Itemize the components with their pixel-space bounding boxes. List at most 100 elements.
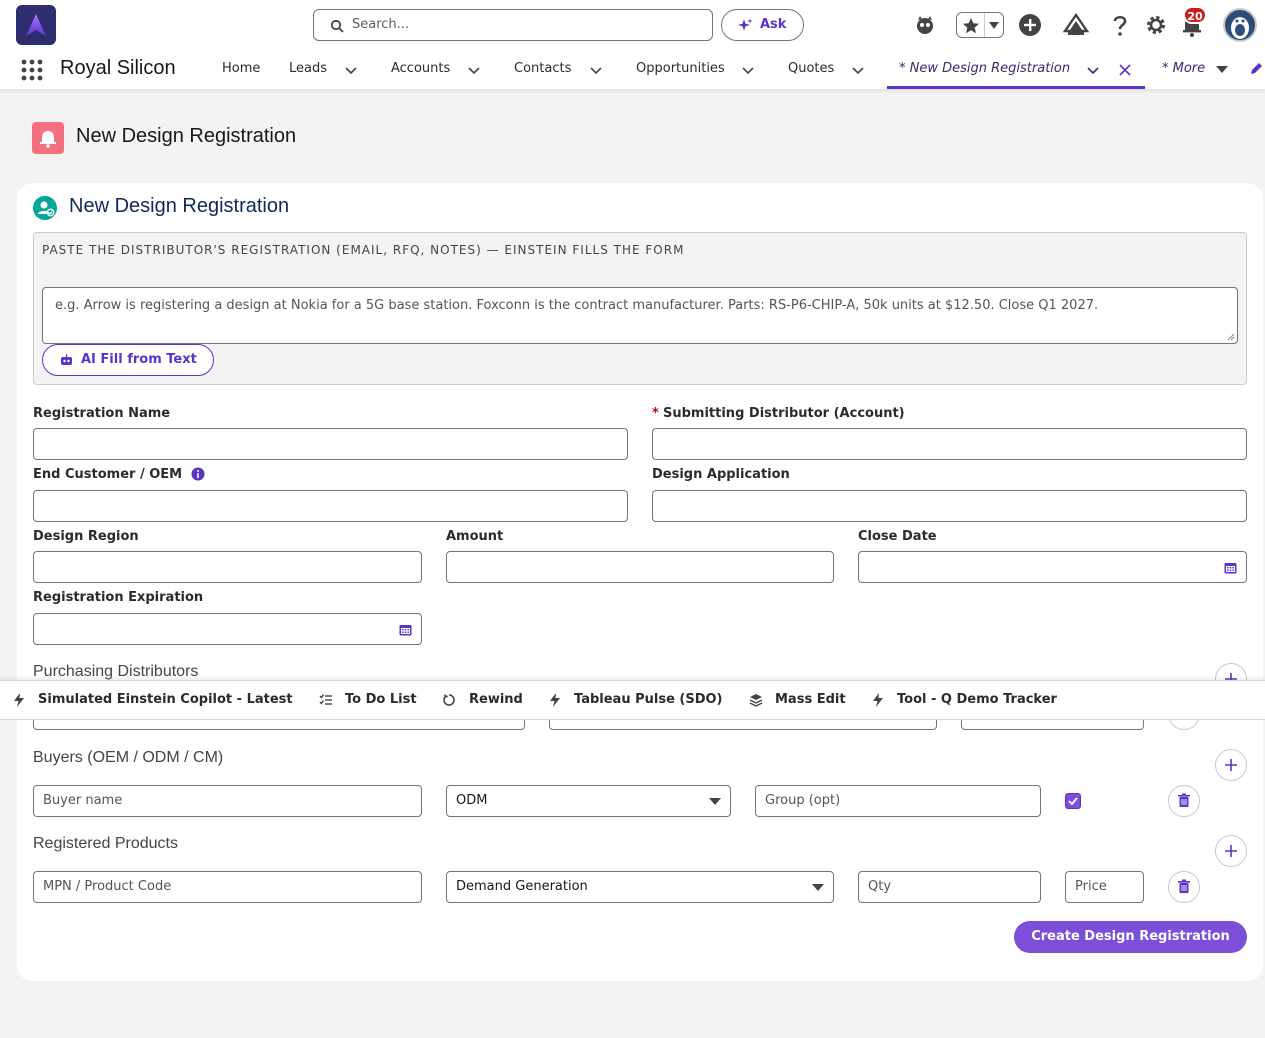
robot-icon (61, 354, 72, 365)
required-asterisk: * (652, 406, 659, 421)
ai-source-textarea[interactable]: e.g. Arrow is registering a design at No… (42, 287, 1238, 344)
app-launcher-icon[interactable] (20, 58, 44, 82)
end-customer-label: End Customer / OEM (33, 467, 183, 482)
nav-item-home[interactable]: Home (222, 61, 260, 76)
help-icon[interactable] (1106, 11, 1134, 39)
trailhead-icon[interactable] (1062, 11, 1090, 39)
page-header-icon (32, 122, 64, 154)
buyer-group-input[interactable]: Group (opt) (755, 785, 1041, 817)
nav-item-opportunities[interactable]: Opportunities (636, 61, 725, 76)
favorites-button[interactable] (956, 12, 1004, 38)
registration-name-label: Registration Name (33, 406, 171, 421)
delete-buyer-button[interactable] (1168, 785, 1200, 817)
ask-button[interactable]: Ask (721, 9, 804, 41)
trash-icon (1178, 793, 1190, 807)
registration-name-input[interactable] (33, 428, 628, 460)
chevron-down-icon[interactable] (1087, 64, 1099, 76)
nav-item-accounts[interactable]: Accounts (391, 61, 450, 76)
utility-mass-edit[interactable]: Mass Edit (775, 692, 846, 707)
close-icon[interactable] (1119, 64, 1131, 76)
notification-badge: 20 (1183, 6, 1207, 24)
chevron-down-icon[interactable] (852, 64, 864, 76)
chevron-down-icon[interactable] (742, 64, 754, 76)
chevron-down-icon (709, 798, 721, 805)
trash-icon (1178, 879, 1190, 893)
product-stage-select[interactable]: Demand Generation (446, 871, 834, 903)
utility-tableau-pulse[interactable]: Tableau Pulse (SDO) (574, 692, 723, 707)
stack-icon (749, 694, 763, 707)
chevron-down-icon[interactable] (345, 64, 357, 76)
utility-q-demo-tracker[interactable]: Tool - Q Demo Tracker (897, 692, 1057, 707)
amount-label: Amount (446, 529, 504, 544)
global-search-input[interactable]: Search... (313, 9, 713, 41)
design-region-label: Design Region (33, 529, 139, 544)
gear-icon[interactable] (1142, 11, 1170, 39)
star-icon (963, 18, 979, 34)
mpn-placeholder: MPN / Product Code (43, 879, 172, 894)
search-placeholder: Search... (352, 17, 410, 32)
mpn-input[interactable]: MPN / Product Code (33, 871, 422, 903)
submitting-distributor-input[interactable] (652, 428, 1247, 460)
rewind-icon (443, 694, 455, 706)
info-icon[interactable] (191, 467, 205, 481)
utility-einstein-copilot[interactable]: Simulated Einstein Copilot - Latest (38, 692, 293, 707)
price-input[interactable]: Price (1065, 871, 1144, 903)
tab-new-design-registration[interactable]: * New Design Registration (899, 61, 1070, 76)
buyer-type-value: ODM (456, 793, 488, 808)
create-design-registration-button[interactable]: Create Design Registration (1014, 921, 1247, 953)
utility-to-do-list[interactable]: To Do List (345, 692, 417, 707)
amount-input[interactable] (446, 551, 834, 583)
nav-item-contacts[interactable]: Contacts (514, 61, 571, 76)
qty-placeholder: Qty (868, 879, 892, 894)
add-icon[interactable] (1016, 11, 1044, 39)
bolt-icon (873, 693, 883, 707)
registration-expiration-input[interactable] (33, 613, 422, 645)
design-application-label: Design Application (652, 467, 790, 482)
delete-product-button[interactable] (1168, 871, 1200, 903)
buyers-heading: Buyers (OEM / ODM / CM) (33, 749, 224, 766)
bolt-icon (14, 693, 24, 707)
edit-nav-icon[interactable] (1249, 62, 1263, 76)
ai-source-placeholder: e.g. Arrow is registering a design at No… (55, 298, 1099, 313)
nav-more[interactable]: * More (1162, 61, 1205, 76)
form-title: New Design Registration (69, 195, 290, 217)
ask-label: Ask (760, 17, 787, 32)
close-date-label: Close Date (858, 529, 937, 544)
nav-item-leads[interactable]: Leads (289, 61, 327, 76)
app-logo[interactable] (16, 5, 56, 45)
buyer-group-placeholder: Group (opt) (765, 793, 841, 808)
registration-expiration-label: Registration Expiration (33, 590, 204, 605)
avatar[interactable] (1223, 8, 1257, 42)
add-buyer-button[interactable] (1215, 749, 1247, 781)
chevron-down-icon[interactable] (590, 64, 602, 76)
checklist-icon (319, 694, 332, 705)
ai-fill-button[interactable]: AI Fill from Text (42, 344, 214, 376)
chevron-down-icon (989, 22, 999, 29)
buyer-type-select[interactable]: ODM (446, 785, 731, 817)
add-product-button[interactable] (1215, 835, 1247, 867)
close-date-input[interactable] (858, 551, 1247, 583)
design-application-input[interactable] (652, 490, 1247, 522)
calendar-icon[interactable] (1224, 561, 1237, 574)
chevron-down-icon[interactable] (1216, 65, 1228, 74)
purchasing-distributors-heading: Purchasing Distributors (33, 663, 199, 680)
qty-input[interactable]: Qty (858, 871, 1041, 903)
price-placeholder: Price (1075, 879, 1107, 894)
design-region-input[interactable] (33, 551, 422, 583)
buyer-name-input[interactable]: Buyer name (33, 785, 422, 817)
buyer-primary-checkbox[interactable] (1065, 793, 1081, 809)
product-stage-value: Demand Generation (456, 879, 588, 894)
bolt-icon (550, 693, 560, 707)
calendar-icon[interactable] (399, 623, 412, 636)
resize-handle-icon[interactable] (1227, 333, 1235, 341)
sparkle-icon (738, 18, 753, 31)
end-customer-input[interactable] (33, 490, 628, 522)
buyer-name-placeholder: Buyer name (43, 793, 123, 808)
ai-fill-hint: PASTE THE DISTRIBUTOR'S REGISTRATION (EM… (42, 243, 685, 257)
chevron-down-icon[interactable] (468, 64, 480, 76)
registration-icon (33, 196, 57, 220)
einstein-icon[interactable] (911, 11, 939, 39)
nav-item-quotes[interactable]: Quotes (788, 61, 834, 76)
utility-rewind[interactable]: Rewind (469, 692, 523, 707)
ai-fill-label: AI Fill from Text (81, 352, 197, 367)
